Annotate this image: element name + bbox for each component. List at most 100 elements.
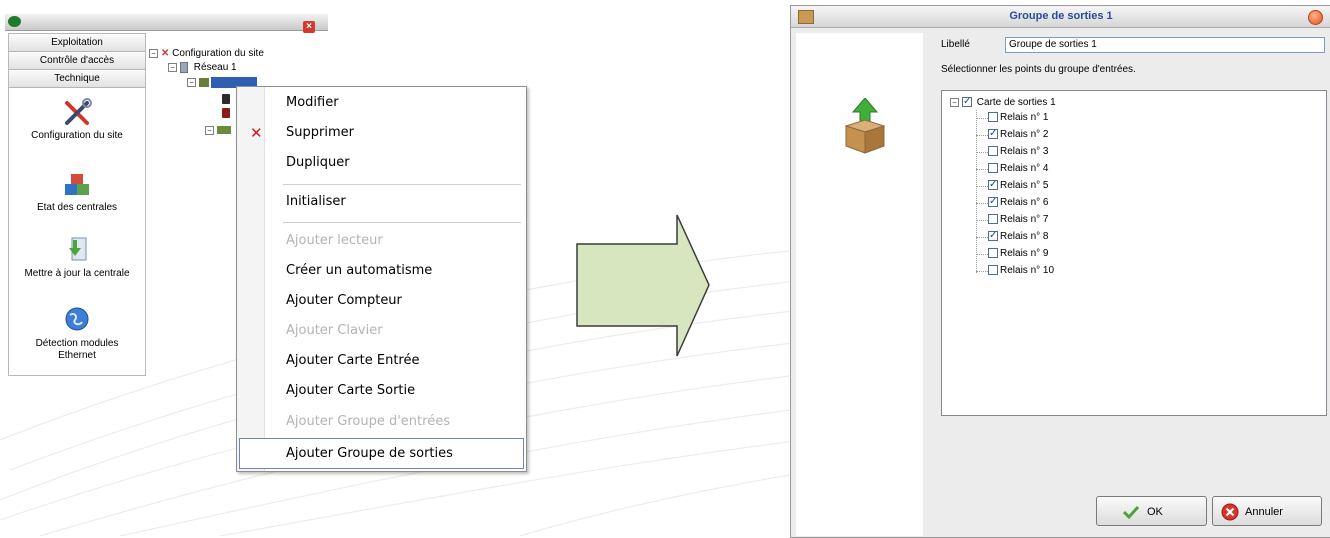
update-icon <box>69 237 87 261</box>
menu-label: Ajouter Groupe d'entrées <box>286 414 450 429</box>
tree-item-relay[interactable]: Relais n° 8 <box>988 229 1048 244</box>
tree-item-relay[interactable]: Relais n° 9 <box>988 247 1048 261</box>
checkbox[interactable] <box>988 248 998 259</box>
menu-label: Ajouter Carte Sortie <box>286 383 416 398</box>
tree-item-relay[interactable]: Relais n° 5 <box>988 178 1048 193</box>
tree-item-relay[interactable]: Relais n° 2 <box>988 127 1049 142</box>
menu-item-ajouter-clavier: Ajouter Clavier <box>239 316 522 346</box>
close-icon[interactable]: × <box>303 21 315 33</box>
tree-root-label: Configuration du site <box>172 48 264 59</box>
tree-item-relay[interactable]: Relais n° 10 <box>988 264 1054 278</box>
menu-label: Modifier <box>286 95 339 110</box>
libelle-label: Libellé <box>941 39 970 50</box>
checkbox[interactable] <box>988 178 998 192</box>
close-icon[interactable] <box>1308 10 1323 25</box>
box-export-icon <box>844 98 886 154</box>
ok-label: OK <box>1147 506 1163 518</box>
mettre-a-jour-label: Mettre à jour la centrale <box>24 268 130 279</box>
menu-item-ajouter-carte-entree[interactable]: Ajouter Carte Entrée <box>239 346 522 376</box>
cancel-label: Annuler <box>1245 506 1283 518</box>
menu-label: Ajouter Groupe de sorties <box>286 446 453 461</box>
instruction-text: Sélectionner les points du groupe d'entr… <box>941 64 1136 75</box>
checkbox[interactable] <box>988 265 998 276</box>
tree-root-label: Carte de sorties 1 <box>976 97 1056 108</box>
accordion-exploitation[interactable]: Exploitation <box>9 34 145 52</box>
menu-label: Initialiser <box>286 194 346 209</box>
checkbox[interactable] <box>988 127 998 141</box>
checkbox[interactable] <box>988 163 998 174</box>
collapse-icon[interactable]: − <box>149 48 158 58</box>
app-logo-icon <box>8 16 21 27</box>
relay-label: Relais n° 10 <box>1000 265 1055 276</box>
etat-centrales-label: Etat des centrales <box>36 202 118 213</box>
tree-network-label: Réseau 1 <box>193 62 237 74</box>
menu-label: Ajouter lecteur <box>286 233 383 248</box>
mettre-a-jour-button[interactable]: Mettre à jour la centrale <box>9 234 145 280</box>
checkbox[interactable] <box>962 95 972 109</box>
checkmark-icon <box>1123 505 1139 520</box>
relay-label: Relais n° 1 <box>1000 112 1049 123</box>
relay-label: Relais n° 4 <box>1000 163 1049 174</box>
tree-item-relay[interactable]: Relais n° 7 <box>988 213 1048 227</box>
tree-item-relay[interactable]: Relais n° 1 <box>988 111 1048 125</box>
tools-small-icon: ✕ <box>161 48 170 59</box>
collapse-icon[interactable]: − <box>205 125 214 135</box>
groupe-sorties-dialog: Groupe de sorties 1 Libellé Sélectionner… <box>790 5 1330 538</box>
menu-item-ajouter-carte-sortie[interactable]: Ajouter Carte Sortie <box>239 376 522 406</box>
tree-item-relay[interactable]: Relais n° 6 <box>988 195 1048 210</box>
accordion-controle-acces[interactable]: Contrôle d'accès <box>9 52 145 70</box>
collapse-icon[interactable]: − <box>950 97 959 107</box>
etat-centrales-button[interactable]: Etat des centrales <box>9 168 145 214</box>
tree-guide-line <box>976 152 988 153</box>
menu-item-dupliquer[interactable]: Dupliquer <box>239 148 522 178</box>
cancel-icon <box>1221 503 1239 521</box>
checkbox[interactable] <box>988 229 998 243</box>
menu-item-initialiser[interactable]: Initialiser <box>239 187 522 217</box>
context-menu: Modifier ✕ Supprimer Dupliquer Initialis… <box>236 86 527 472</box>
cancel-button[interactable]: Annuler <box>1212 496 1322 526</box>
app-titlebar <box>5 14 328 31</box>
menu-label: Ajouter Compteur <box>286 293 402 308</box>
tree-guide-line <box>976 220 988 221</box>
tree-item-relay[interactable]: Relais n° 4 <box>988 162 1048 176</box>
checkbox[interactable] <box>988 195 998 209</box>
menu-item-ajouter-compteur[interactable]: Ajouter Compteur <box>239 286 522 316</box>
tree-guide-line <box>976 118 988 119</box>
menu-item-ajouter-groupe-sorties[interactable]: Ajouter Groupe de sorties <box>239 438 524 469</box>
menu-item-modifier[interactable]: Modifier <box>239 88 522 118</box>
relay-label: Relais n° 2 <box>1000 129 1049 140</box>
outputs-tree[interactable]: − Carte de sorties 1 Relais n° 1 Relais n… <box>941 90 1327 416</box>
config-site-button[interactable]: Configuration du site <box>9 96 145 142</box>
tree-node-card[interactable]: − <box>205 125 231 137</box>
card-icon <box>217 126 231 135</box>
ok-button[interactable]: OK <box>1096 496 1207 526</box>
checkbox[interactable] <box>988 112 998 123</box>
menu-label: Ajouter Carte Entrée <box>286 353 420 368</box>
navigation-panel: Exploitation Contrôle d'accès Technique … <box>8 33 146 376</box>
libelle-input[interactable] <box>1005 37 1325 53</box>
tree-guide-line <box>976 186 988 187</box>
collapse-icon[interactable]: − <box>168 63 177 72</box>
relay-label: Relais n° 7 <box>1000 214 1049 225</box>
checkbox[interactable] <box>988 214 998 225</box>
menu-item-supprimer[interactable]: ✕ Supprimer <box>239 118 522 148</box>
tools-icon <box>65 98 92 125</box>
config-site-label: Configuration du site <box>31 130 123 141</box>
accordion-technique[interactable]: Technique <box>9 70 145 88</box>
dialog-title: Groupe de sorties 1 <box>1009 10 1113 22</box>
tree-node-reseau[interactable]: − Réseau 1 <box>168 62 237 74</box>
checkbox[interactable] <box>988 146 998 157</box>
delete-icon: ✕ <box>250 124 263 142</box>
tree-root-carte-sorties[interactable]: − Carte de sorties 1 <box>950 95 1056 110</box>
globe-icon <box>65 307 89 331</box>
tree-item-relay[interactable]: Relais n° 3 <box>988 145 1048 159</box>
detection-modules-button[interactable]: Détection modules Ethernet <box>9 304 145 362</box>
relay-label: Relais n° 9 <box>1000 248 1049 259</box>
blocks-icon <box>65 174 89 195</box>
centrale-icon <box>199 78 209 87</box>
menu-item-creer-automatisme[interactable]: Créer un automatisme <box>239 256 522 286</box>
tree-guide-line <box>976 237 988 238</box>
collapse-icon[interactable]: − <box>187 78 196 87</box>
menu-label: Supprimer <box>286 125 354 140</box>
tree-node-config-site[interactable]: − ✕ Configuration du site <box>149 48 264 60</box>
